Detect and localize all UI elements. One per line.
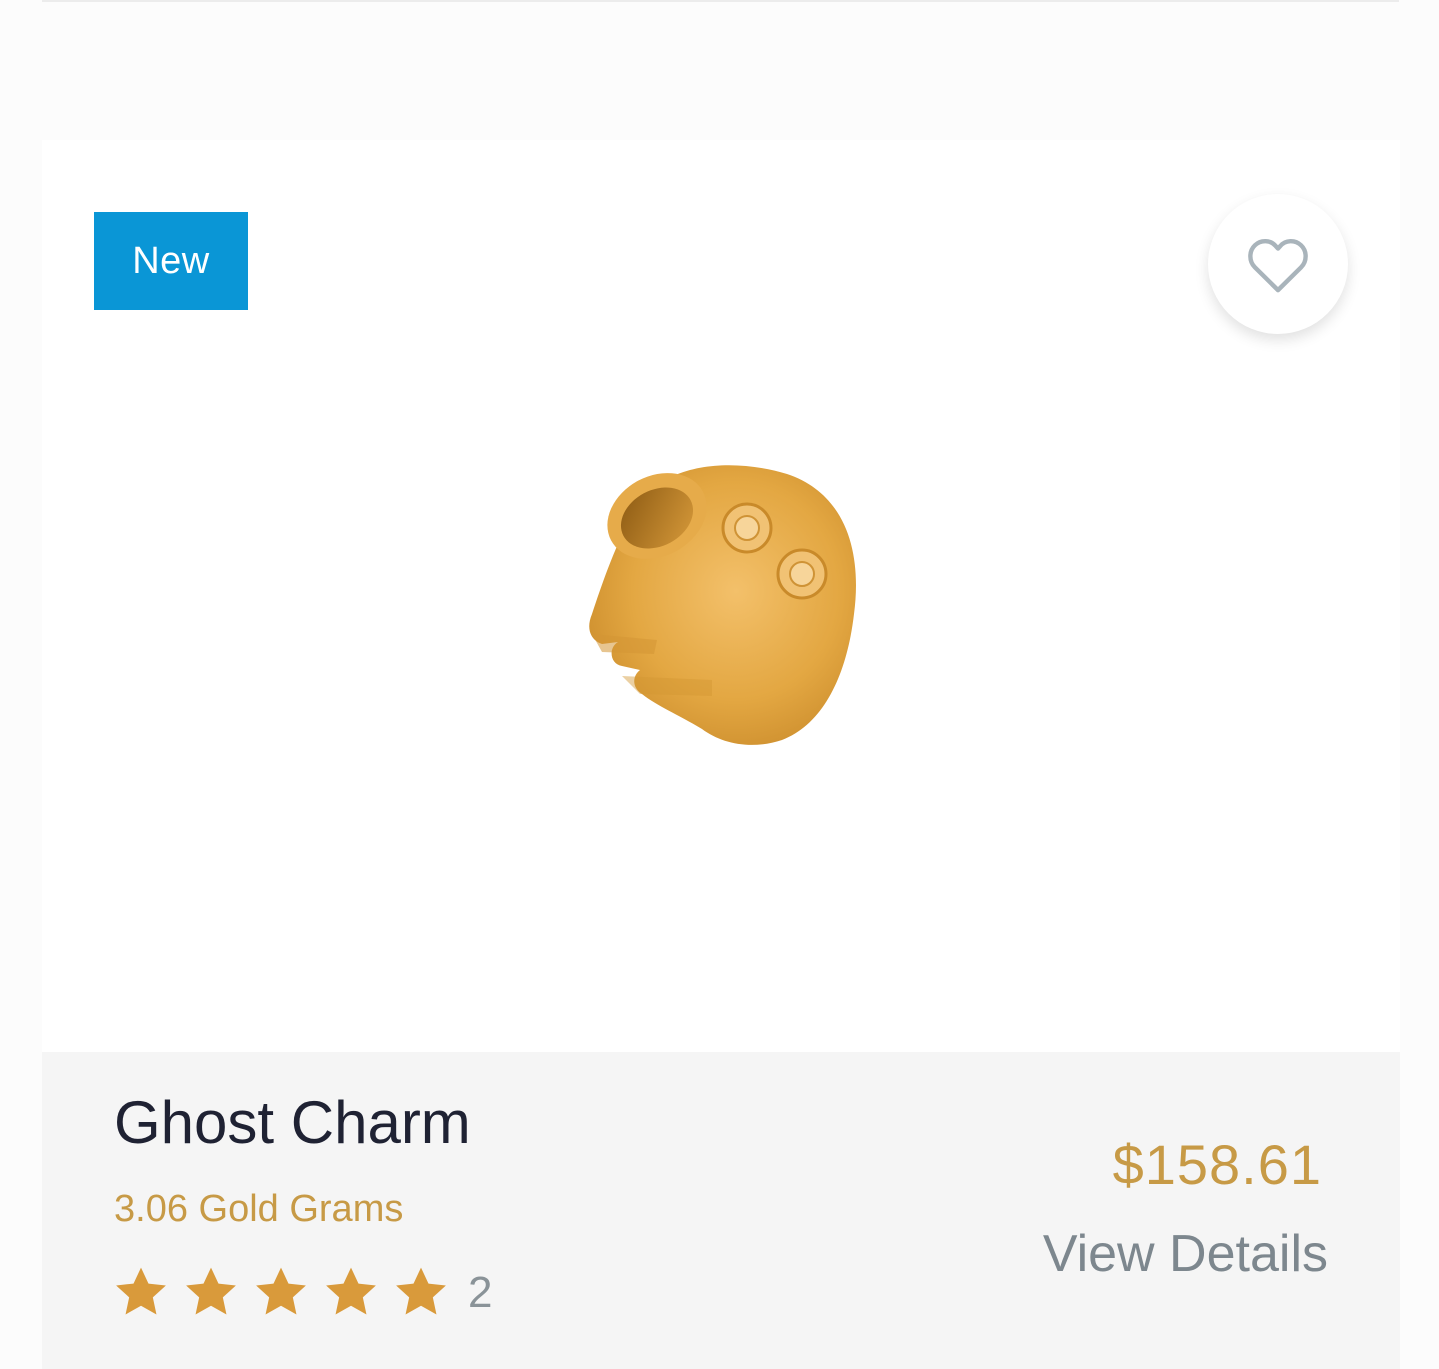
rating-count: 2	[468, 1268, 493, 1317]
star-icon	[396, 1267, 446, 1315]
new-badge: New	[94, 212, 248, 310]
product-info-panel: Ghost Charm 3.06 Gold Grams 2 $158.61 Vi…	[42, 1052, 1400, 1369]
product-image-area[interactable]: New	[42, 140, 1400, 1052]
star-icon	[256, 1267, 306, 1315]
wishlist-button[interactable]	[1208, 194, 1348, 334]
product-title[interactable]: Ghost Charm	[114, 1088, 471, 1157]
product-price: $158.61	[1112, 1133, 1322, 1196]
heart-icon	[1248, 238, 1308, 293]
view-details-link[interactable]: View Details	[1043, 1224, 1328, 1284]
product-image[interactable]	[562, 444, 862, 754]
top-divider	[42, 0, 1399, 2]
gold-weight: 3.06 Gold Grams	[114, 1188, 404, 1230]
star-icon	[116, 1267, 166, 1315]
product-card[interactable]: New Ghost Charm 3.06 Gold Grams 2 $158.6…	[42, 140, 1400, 1369]
star-icon	[186, 1267, 236, 1315]
star-icon	[326, 1267, 376, 1315]
rating-stars: 2	[112, 1264, 492, 1322]
